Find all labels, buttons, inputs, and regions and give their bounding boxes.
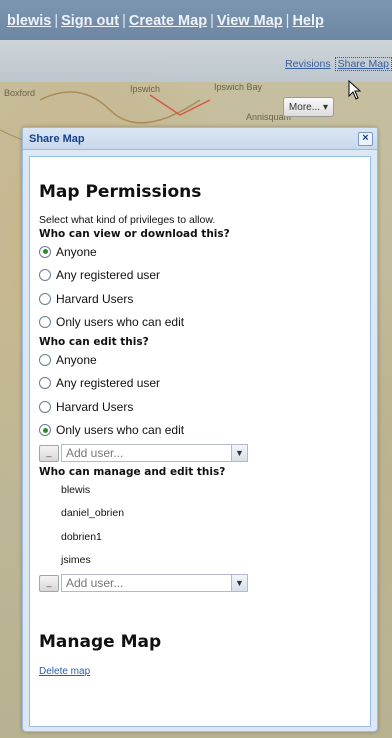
radio-icon[interactable] (39, 292, 51, 305)
option-label: Only users who can edit (56, 315, 185, 330)
map-label-ipswich-bay: Ipswich Bay (214, 82, 263, 92)
nav-link-create-map[interactable]: Create Map (129, 13, 207, 29)
mouse-cursor-icon (348, 80, 362, 100)
radio-checked-icon[interactable] (39, 424, 51, 437)
option-label: Any registered user (56, 376, 161, 391)
add-user-button[interactable]: _ (39, 574, 59, 592)
option-label: Any registered user (56, 268, 161, 283)
edit-option-anyone[interactable]: Anyone (39, 348, 370, 372)
view-option-harvard[interactable]: Harvard Users (39, 287, 370, 311)
top-nav-bar: blewis | Sign out | Create Map | View Map | Help (0, 0, 392, 40)
radio-icon[interactable] (39, 400, 51, 413)
permissions-intro: Select what kind of privileges to allow. (39, 214, 216, 226)
map-label-boxford: Boxford (4, 88, 36, 98)
add-user-button[interactable]: _ (39, 444, 59, 462)
map-tool-links: Revisions Share Map (285, 57, 392, 71)
nav-separator: | (54, 13, 59, 29)
close-icon[interactable]: × (358, 132, 373, 146)
radio-icon[interactable] (39, 269, 51, 282)
nav-link-sign-out[interactable]: Sign out (61, 13, 119, 29)
manager-user: daniel_obrien (61, 507, 125, 520)
radio-checked-icon[interactable] (39, 245, 51, 258)
manager-user: blewis (61, 483, 91, 496)
manager-user: dobrien1 (61, 530, 102, 543)
edit-option-registered[interactable]: Any registered user (39, 372, 370, 396)
view-option-editors[interactable]: Only users who can edit (39, 311, 370, 335)
revisions-link[interactable]: Revisions (285, 58, 331, 70)
view-option-anyone[interactable]: Anyone (39, 240, 370, 264)
view-question: Who can view or download this? (39, 228, 230, 240)
edit-add-user-row: _ Add user... ▼ (39, 442, 370, 464)
add-user-placeholder: Add user... (66, 576, 124, 590)
radio-icon[interactable] (39, 353, 51, 366)
chevron-down-icon[interactable]: ▼ (231, 444, 248, 462)
manager-user: jsimes (61, 554, 91, 567)
option-label: Only users who can edit (56, 423, 185, 438)
edit-question: Who can edit this? (39, 336, 149, 348)
option-label: Anyone (56, 244, 97, 259)
dialog-body: Map Permissions Select what kind of priv… (29, 156, 371, 727)
map-label-ipswich: Ipswich (130, 84, 161, 94)
option-label: Anyone (56, 352, 97, 367)
radio-icon[interactable] (39, 316, 51, 329)
permissions-heading: Map Permissions (39, 182, 202, 202)
share-map-dialog: Share Map × Map Permissions Select what … (22, 127, 378, 732)
chevron-down-icon[interactable]: ▼ (231, 574, 248, 592)
radio-icon[interactable] (39, 377, 51, 390)
dialog-title: Share Map (29, 133, 85, 145)
share-map-link[interactable]: Share Map (334, 57, 392, 71)
add-user-placeholder: Add user... (66, 446, 124, 460)
edit-option-editors[interactable]: Only users who can edit (39, 419, 370, 443)
edit-add-user-combo[interactable]: Add user... ▼ (61, 444, 248, 462)
manage-map-heading: Manage Map (39, 632, 162, 652)
more-button[interactable]: More... ▾ (283, 97, 334, 117)
manage-add-user-row: _ Add user... ▼ (39, 572, 370, 594)
nav-separator: | (285, 13, 290, 29)
nav-separator: | (210, 13, 214, 29)
view-option-registered[interactable]: Any registered user (39, 264, 370, 288)
dialog-header: Share Map × (23, 128, 377, 150)
more-button-label: More... (288, 101, 321, 113)
manage-add-user-combo[interactable]: Add user... ▼ (61, 574, 248, 592)
manage-question: Who can manage and edit this? (39, 466, 226, 478)
option-label: Harvard Users (56, 399, 134, 414)
option-label: Harvard Users (56, 291, 134, 306)
delete-map-link[interactable]: Delete map (39, 666, 90, 677)
nav-separator: | (122, 13, 126, 29)
nav-link-user[interactable]: blewis (7, 13, 51, 29)
nav-link-view-map[interactable]: View Map (217, 13, 283, 29)
edit-option-harvard[interactable]: Harvard Users (39, 395, 370, 419)
nav-link-help[interactable]: Help (292, 13, 323, 29)
chevron-down-icon: ▾ (323, 101, 329, 113)
